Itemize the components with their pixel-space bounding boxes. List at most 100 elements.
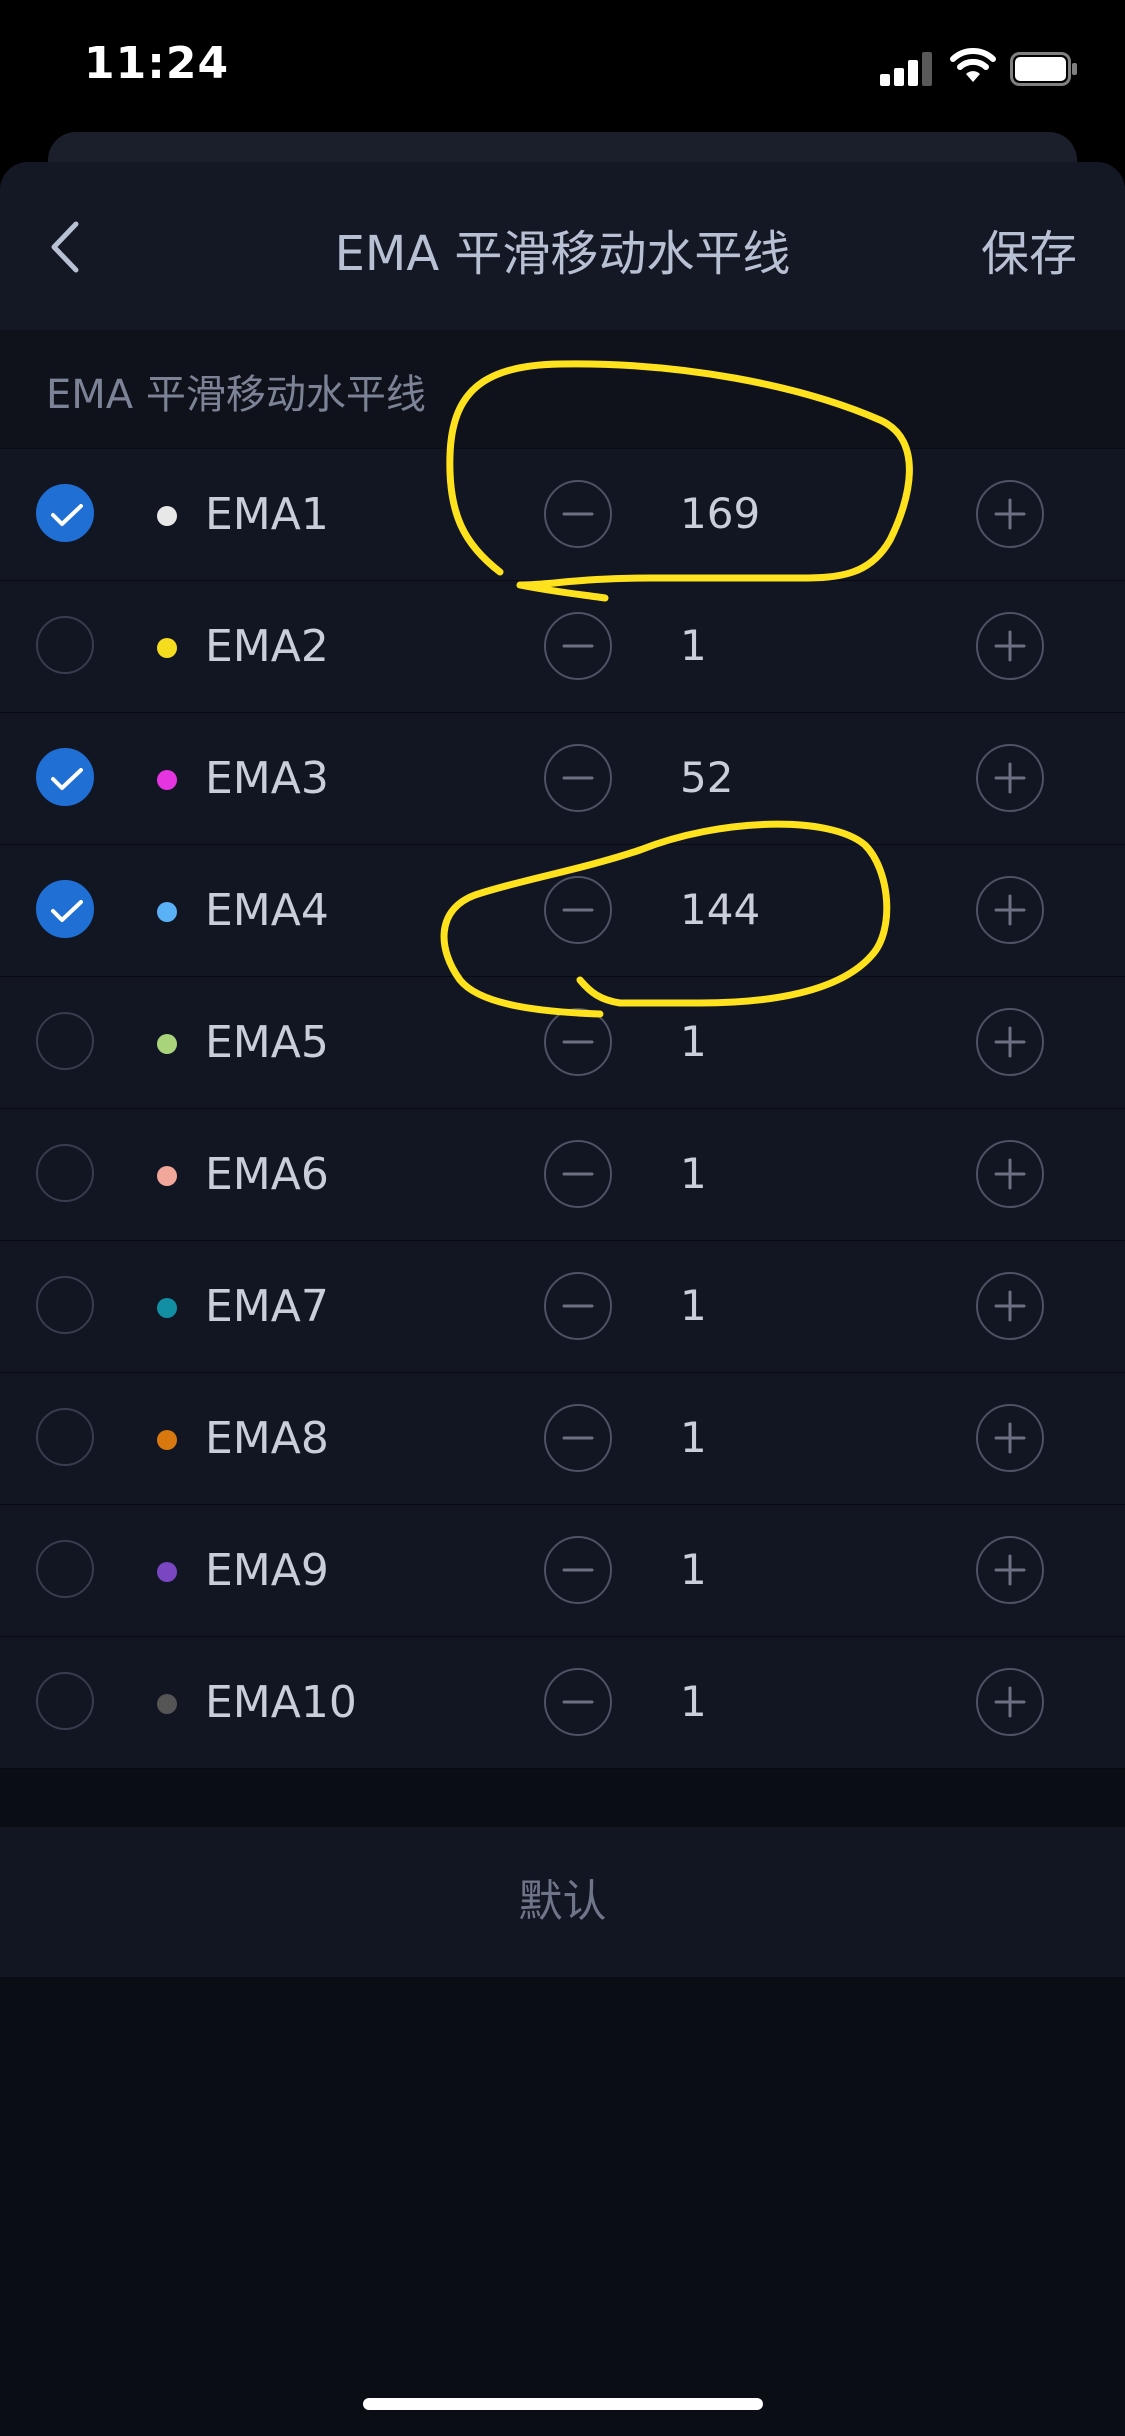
plus-icon <box>994 498 1026 530</box>
ema-label: EMA3 <box>205 753 329 804</box>
increment-button[interactable] <box>976 744 1044 812</box>
ema-label: EMA8 <box>205 1413 329 1464</box>
period-value[interactable]: 1 <box>680 621 800 670</box>
color-dot <box>157 1562 177 1582</box>
plus-icon <box>994 1158 1026 1190</box>
minus-icon <box>562 512 594 516</box>
minus-icon <box>562 908 594 912</box>
period-value[interactable]: 52 <box>680 753 800 802</box>
minus-icon <box>562 1172 594 1176</box>
navigation-bar: EMA 平滑移动水平线 保存 <box>0 162 1125 330</box>
ema-checkbox[interactable] <box>36 616 94 674</box>
ema-label: EMA10 <box>205 1677 357 1728</box>
ema-label: EMA2 <box>205 621 329 672</box>
ema-checkbox[interactable] <box>36 1144 94 1202</box>
minus-icon <box>562 1304 594 1308</box>
checkmark-icon <box>51 768 83 790</box>
ema-row: EMA4 144 <box>0 845 1125 977</box>
decrement-button[interactable] <box>544 744 612 812</box>
minus-icon <box>562 1436 594 1440</box>
plus-icon <box>994 762 1026 794</box>
increment-button[interactable] <box>976 612 1044 680</box>
increment-button[interactable] <box>976 1272 1044 1340</box>
ema-checkbox[interactable] <box>36 1276 94 1334</box>
minus-icon <box>562 1040 594 1044</box>
decrement-button[interactable] <box>544 876 612 944</box>
color-dot <box>157 506 177 526</box>
status-bar: 11:24 <box>0 0 1125 140</box>
increment-button[interactable] <box>976 1140 1044 1208</box>
decrement-button[interactable] <box>544 1536 612 1604</box>
period-value[interactable]: 1 <box>680 1281 800 1330</box>
default-button[interactable]: 默认 <box>0 1827 1125 1977</box>
period-value[interactable]: 169 <box>680 489 800 538</box>
ema-label: EMA1 <box>205 489 329 540</box>
increment-button[interactable] <box>976 1404 1044 1472</box>
minus-icon <box>562 1700 594 1704</box>
ema-checkbox[interactable] <box>36 1540 94 1598</box>
ema-label: EMA9 <box>205 1545 329 1596</box>
period-value[interactable]: 1 <box>680 1017 800 1066</box>
period-value[interactable]: 144 <box>680 885 800 934</box>
ema-label: EMA5 <box>205 1017 329 1068</box>
ema-row: EMA7 1 <box>0 1241 1125 1373</box>
plus-icon <box>994 1026 1026 1058</box>
minus-icon <box>562 1568 594 1572</box>
color-dot <box>157 1430 177 1450</box>
increment-button[interactable] <box>976 1008 1044 1076</box>
cellular-signal-icon <box>880 50 936 86</box>
ema-row: EMA9 1 <box>0 1505 1125 1637</box>
ema-label: EMA4 <box>205 885 329 936</box>
ema-list: EMA1 169 EMA2 1 EMA3 52 EMA4 144 EMA5 1 EMA6 1 EMA7 1… <box>0 449 1125 1769</box>
plus-icon <box>994 1686 1026 1718</box>
ema-row: EMA8 1 <box>0 1373 1125 1505</box>
color-dot <box>157 638 177 658</box>
plus-icon <box>994 894 1026 926</box>
increment-button[interactable] <box>976 1668 1044 1736</box>
status-time: 11:24 <box>84 38 230 89</box>
ema-checkbox[interactable] <box>36 1408 94 1466</box>
home-indicator <box>363 2398 763 2410</box>
save-button[interactable]: 保存 <box>981 214 1077 284</box>
wifi-icon <box>950 48 996 82</box>
decrement-button[interactable] <box>544 1668 612 1736</box>
decrement-button[interactable] <box>544 612 612 680</box>
decrement-button[interactable] <box>544 1008 612 1076</box>
battery-icon <box>1010 52 1077 86</box>
ema-row: EMA10 1 <box>0 1637 1125 1769</box>
increment-button[interactable] <box>976 876 1044 944</box>
period-value[interactable]: 1 <box>680 1413 800 1462</box>
color-dot <box>157 1298 177 1318</box>
color-dot <box>157 770 177 790</box>
decrement-button[interactable] <box>544 1140 612 1208</box>
ema-checkbox[interactable] <box>36 484 94 542</box>
decrement-button[interactable] <box>544 1272 612 1340</box>
color-dot <box>157 902 177 922</box>
color-dot <box>157 1694 177 1714</box>
decrement-button[interactable] <box>544 1404 612 1472</box>
minus-icon <box>562 776 594 780</box>
decrement-button[interactable] <box>544 480 612 548</box>
ema-row: EMA5 1 <box>0 977 1125 1109</box>
ema-checkbox[interactable] <box>36 748 94 806</box>
ema-checkbox[interactable] <box>36 1012 94 1070</box>
section-title: EMA 平滑移动水平线 <box>46 372 426 418</box>
checkmark-icon <box>51 504 83 526</box>
checkmark-icon <box>51 900 83 922</box>
ema-label: EMA6 <box>205 1149 329 1200</box>
color-dot <box>157 1166 177 1186</box>
increment-button[interactable] <box>976 1536 1044 1604</box>
period-value[interactable]: 1 <box>680 1149 800 1198</box>
plus-icon <box>994 1554 1026 1586</box>
ema-checkbox[interactable] <box>36 880 94 938</box>
period-value[interactable]: 1 <box>680 1677 800 1726</box>
increment-button[interactable] <box>976 480 1044 548</box>
plus-icon <box>994 1422 1026 1454</box>
plus-icon <box>994 1290 1026 1322</box>
ema-checkbox[interactable] <box>36 1672 94 1730</box>
period-value[interactable]: 1 <box>680 1545 800 1594</box>
page-title: EMA 平滑移动水平线 <box>334 226 791 282</box>
plus-icon <box>994 630 1026 662</box>
ema-row: EMA3 52 <box>0 713 1125 845</box>
ema-label: EMA7 <box>205 1281 329 1332</box>
